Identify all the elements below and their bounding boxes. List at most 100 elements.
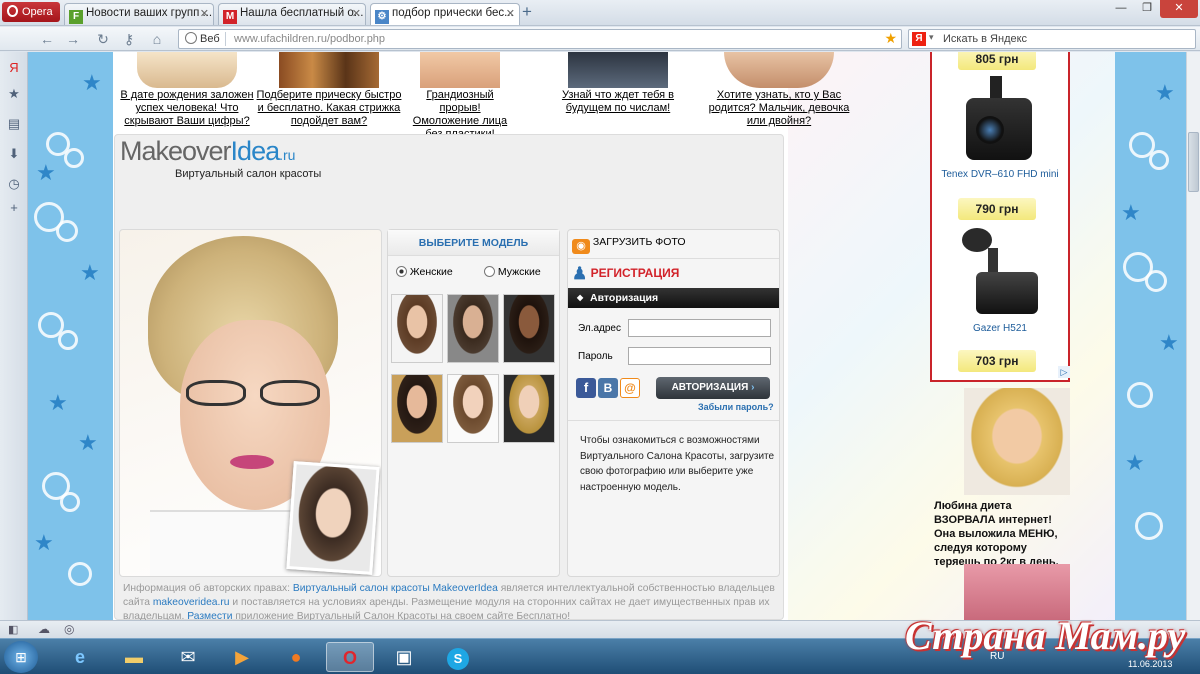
opera-menu-button[interactable]: Opera <box>2 2 60 22</box>
male-radio[interactable]: Мужские <box>484 266 541 278</box>
url-field[interactable]: Веб www.ufachildren.ru/podbor.php ★ <box>178 29 902 49</box>
product-ad-box: 805 грн Tenex DVR–610 FHD mini 790 грн G… <box>930 52 1070 382</box>
ad-item2-name[interactable]: Gazer H521 <box>932 323 1068 334</box>
yandex-icon: Я <box>912 32 926 46</box>
teaser-link[interactable]: Узнай что ждет тебя в будущем по числам! <box>553 89 683 115</box>
yandex-panel-icon[interactable]: Я <box>6 60 22 76</box>
adchoices-icon[interactable]: ▷ <box>1058 366 1070 378</box>
tab-favicon-icon: ⚙ <box>375 10 389 24</box>
search-field[interactable]: Я ▾ Искать в Яндекс <box>908 29 1196 49</box>
teaser-link[interactable]: Подберите прическу быстро и бесплатно. К… <box>255 89 403 128</box>
teaser-link[interactable]: Хотите узнать, кто у Вас родится? Мальчи… <box>699 89 859 128</box>
copyright-text: Информация об авторских правах: Виртуаль… <box>123 582 783 620</box>
camera-icon: ◉ <box>572 239 590 254</box>
model-thumb-6[interactable] <box>503 374 555 443</box>
new-tab-button[interactable]: + <box>522 3 532 20</box>
background-pattern-right: ★ ★ ★ ★ <box>1115 52 1186 620</box>
login-button[interactable]: АВТОРИЗАЦИЯ › <box>656 377 770 399</box>
teaser-image <box>568 52 668 88</box>
media-player-icon[interactable]: ▶ <box>218 642 266 672</box>
tab-hairstyle-active[interactable]: ⚙ подбор прически бес... ✕ <box>370 3 520 25</box>
turbo-icon[interactable]: ◎ <box>64 622 74 636</box>
password-field[interactable] <box>628 347 771 365</box>
teaser-birthdate[interactable]: В дате рождения заложен успех человека! … <box>113 52 261 128</box>
bookmarks-icon[interactable]: ★ <box>6 86 22 102</box>
tab-free-found[interactable]: M Нашла бесплатный о... ✕ <box>218 3 366 25</box>
mail-icon[interactable]: ✉ <box>164 642 212 672</box>
opera-taskbar-icon[interactable]: O <box>326 642 374 672</box>
model-select-panel: ВЫБЕРИТЕ МОДЕЛЬ Женские Мужские <box>387 229 560 577</box>
user-icon: ♟ <box>572 264 588 283</box>
downloads-icon[interactable]: ⬇ <box>6 146 22 162</box>
model-thumb-5[interactable] <box>447 374 499 443</box>
info-text: Чтобы ознакомиться с возможностями Вирту… <box>580 435 775 493</box>
skype-icon[interactable]: S <box>434 642 482 672</box>
dashcam-image-1[interactable] <box>966 76 1032 164</box>
bookmark-star-icon[interactable]: ★ <box>884 30 897 47</box>
history-icon[interactable]: ◷ <box>6 176 22 192</box>
mailru-icon[interactable]: @ <box>620 378 640 398</box>
teaser-baby[interactable]: Хотите узнать, кто у Вас родится? Мальчи… <box>699 52 859 128</box>
price-top[interactable]: 805 грн <box>958 52 1036 70</box>
dashcam-image-2[interactable] <box>962 228 1038 318</box>
arrow-right-icon: › <box>751 382 755 393</box>
tab-bar: Opera F Новости ваших групп ... ✕ M Нашла … <box>0 0 1200 26</box>
logo-accent: Idea <box>230 136 281 166</box>
close-icon[interactable]: ✕ <box>506 7 515 20</box>
vertical-scrollbar[interactable] <box>1186 52 1200 620</box>
start-button[interactable]: ⊞ <box>4 641 38 673</box>
home-icon[interactable]: ⌂ <box>148 30 166 48</box>
teaser-rejuvenation[interactable]: Грандиозный прорыв! Омоложение лица без … <box>405 52 515 141</box>
email-field[interactable] <box>628 319 771 337</box>
close-icon[interactable]: ✕ <box>200 7 209 20</box>
female-radio[interactable]: Женские <box>396 266 453 278</box>
close-window-icon[interactable]: ✕ <box>1160 0 1198 18</box>
auth-panel: ◉ ЗАГРУЗИТЬ ФОТО ♟ РЕГИСТРАЦИЯ ◆ Авториза… <box>567 229 780 577</box>
ad-item2-price[interactable]: 703 грн <box>958 350 1036 372</box>
diet-ad-image[interactable] <box>964 388 1070 495</box>
teaser-link[interactable]: В дате рождения заложен успех человека! … <box>113 89 261 128</box>
key-icon[interactable]: ⚷ <box>120 30 138 48</box>
model-thumb-1[interactable] <box>391 294 443 363</box>
cloud-icon[interactable]: ☁ <box>38 622 50 636</box>
save-disk-icon[interactable]: ▣ <box>380 642 428 672</box>
diet-ad-text[interactable]: Любина диета ВЗОРВАЛА интернет! Она выло… <box>934 499 1074 569</box>
vkontakte-icon[interactable]: В <box>598 378 618 398</box>
maximize-icon[interactable]: ❐ <box>1134 0 1160 18</box>
side-panel: Я ★ ▤ ⬇ ◷ + <box>0 52 28 620</box>
minimize-icon[interactable]: — <box>1108 0 1134 18</box>
registration-link[interactable]: ♟ РЕГИСТРАЦИЯ <box>572 264 679 284</box>
notes-icon[interactable]: ▤ <box>6 116 22 132</box>
scrollbar-thumb[interactable] <box>1188 132 1199 192</box>
ad-item1-price[interactable]: 790 грн <box>958 198 1036 220</box>
model-thumb-2[interactable] <box>447 294 499 363</box>
teaser-hairstyle[interactable]: Подберите прическу быстро и бесплатно. К… <box>255 52 403 128</box>
explorer-folder-icon[interactable]: ▬ <box>110 642 158 672</box>
firefox-icon[interactable]: ● <box>272 642 320 672</box>
teaser-image <box>279 52 379 88</box>
copyright-link[interactable]: Виртуальный салон красоты MakeoverIdea <box>293 583 498 594</box>
tab-news-groups[interactable]: F Новости ваших групп ... ✕ <box>64 3 214 25</box>
facebook-icon[interactable]: f <box>576 378 596 398</box>
copyright-place-link[interactable]: Размести <box>187 611 232 620</box>
close-icon[interactable]: ✕ <box>352 7 361 20</box>
copyright-site-link[interactable]: makeoveridea.ru <box>153 597 230 608</box>
clock-date[interactable]: 11.06.2013 <box>1128 659 1172 669</box>
glasses-right-icon <box>260 380 320 406</box>
internet-explorer-icon[interactable]: e <box>56 642 104 672</box>
upload-photo-button[interactable]: ◉ ЗАГРУЗИТЬ ФОТО <box>572 236 686 254</box>
model-thumb-3[interactable] <box>503 294 555 363</box>
add-panel-icon[interactable]: + <box>6 200 22 216</box>
teaser-numbers[interactable]: Узнай что ждет тебя в будущем по числам! <box>553 52 683 115</box>
makeoveridea-logo[interactable]: MakeoverIdea.ru <box>120 136 295 167</box>
ad-item1-name[interactable]: Tenex DVR–610 FHD mini <box>932 169 1068 180</box>
tab-title: подбор прически бес... <box>392 7 514 19</box>
forward-icon[interactable]: → <box>64 30 82 48</box>
panel-toggle-icon[interactable]: ◧ <box>8 623 18 636</box>
dropdown-arrow-icon[interactable]: ▾ <box>929 32 934 43</box>
back-icon[interactable]: ← <box>38 30 56 48</box>
model-thumb-4[interactable] <box>391 374 443 443</box>
upload-photo-label: ЗАГРУЗИТЬ ФОТО <box>592 236 686 248</box>
reload-icon[interactable]: ↻ <box>94 30 112 48</box>
forgot-password-link[interactable]: Забыли пароль? <box>698 402 774 412</box>
